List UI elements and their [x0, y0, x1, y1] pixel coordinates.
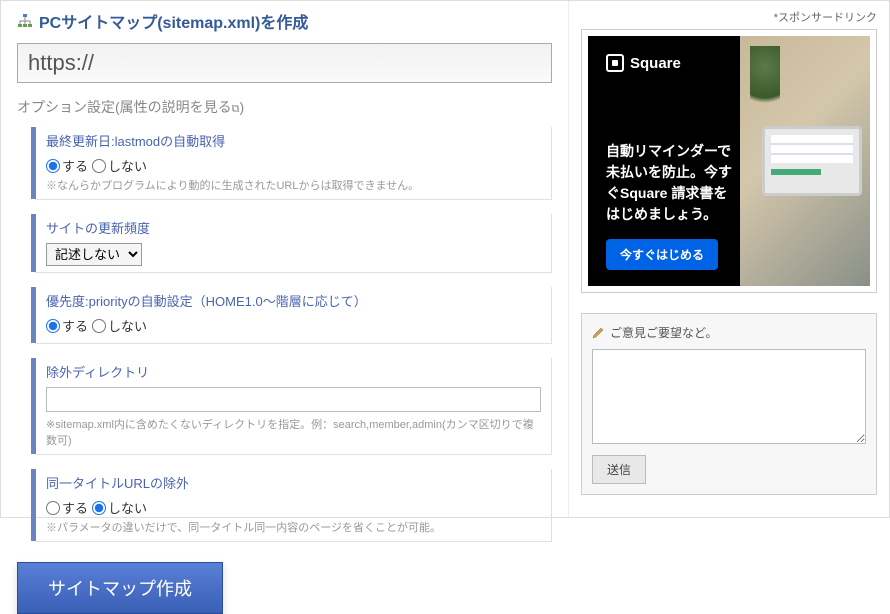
- radio-sametitle-no-input[interactable]: [92, 501, 106, 515]
- fieldset-freq: サイトの更新頻度 記述しない: [35, 214, 552, 273]
- note-lastmod: ※なんらかプログラムにより動的に生成されたURLからは取得できません。: [46, 177, 541, 193]
- feedback-textarea[interactable]: [592, 349, 866, 444]
- fieldset-priority: 優先度:priorityの自動設定（HOME1.0～階層に応じて） する しない: [35, 287, 552, 344]
- radio-priority-yes-input[interactable]: [46, 319, 60, 333]
- feedback-box: ご意見ご要望など。 送信: [581, 313, 877, 495]
- sponsor-label: *スポンサードリンク: [581, 9, 877, 25]
- ad-cta-button[interactable]: 今すぐはじめる: [606, 239, 718, 270]
- ad-banner[interactable]: ⓘ✕ Square 自動リマインダーで未払いを防止。今すぐSquare 請求書を…: [588, 36, 870, 286]
- fieldset-lastmod: 最終更新日:lastmodの自動取得 する しない ※なんらかプログラムにより動…: [35, 127, 552, 200]
- radio-sametitle-no[interactable]: しない: [92, 498, 147, 517]
- pencil-icon: [592, 327, 604, 339]
- fieldset-sametitle: 同一タイトルURLの除外 する しない ※パラメータの違いだけで、同一タイトル同…: [35, 469, 552, 542]
- page-title: PCサイトマップ(sitemap.xml)を作成: [17, 9, 552, 33]
- url-input[interactable]: [17, 43, 552, 83]
- legend-freq: サイトの更新頻度: [46, 218, 541, 237]
- select-freq[interactable]: 記述しない: [46, 243, 142, 266]
- note-exclude: ※sitemap.xml内に含めたくないディレクトリを指定。例：search,m…: [46, 416, 541, 448]
- external-link-icon[interactable]: ⧉: [232, 103, 240, 116]
- legend-sametitle: 同一タイトルURLの除外: [46, 473, 541, 492]
- legend-lastmod: 最終更新日:lastmodの自動取得: [46, 131, 541, 150]
- ad-logo: Square: [606, 54, 681, 72]
- note-sametitle: ※パラメータの違いだけで、同一タイトル同一内容のページを省くことが可能。: [46, 519, 541, 535]
- ad-container: ⓘ✕ Square 自動リマインダーで未払いを防止。今すぐSquare 請求書を…: [581, 29, 877, 293]
- submit-button[interactable]: サイトマップ作成: [17, 562, 223, 614]
- radio-priority-yes[interactable]: する: [46, 316, 88, 335]
- ad-image: [740, 36, 870, 286]
- radio-priority-no[interactable]: しない: [92, 316, 147, 335]
- ad-text: 自動リマインダーで未払いを防止。今すぐSquare 請求書をはじめましょう。: [606, 141, 736, 225]
- send-button[interactable]: 送信: [592, 455, 646, 484]
- options-label: オプション設定(属性の説明を見る⧉): [17, 97, 552, 117]
- square-logo-icon: [606, 54, 624, 72]
- sitemap-icon: [17, 13, 33, 29]
- fieldset-exclude: 除外ディレクトリ ※sitemap.xml内に含めたくないディレクトリを指定。例…: [35, 358, 552, 455]
- radio-sametitle-yes-input[interactable]: [46, 501, 60, 515]
- radio-sametitle-yes[interactable]: する: [46, 498, 88, 517]
- input-exclude[interactable]: [46, 387, 541, 412]
- feedback-title: ご意見ご要望など。: [592, 324, 866, 341]
- radio-priority-no-input[interactable]: [92, 319, 106, 333]
- radio-lastmod-yes-input[interactable]: [46, 159, 60, 173]
- radio-lastmod-yes[interactable]: する: [46, 156, 88, 175]
- radio-lastmod-no-input[interactable]: [92, 159, 106, 173]
- legend-priority: 優先度:priorityの自動設定（HOME1.0～階層に応じて）: [46, 291, 541, 310]
- page-title-text: PCサイトマップ(sitemap.xml)を作成: [39, 9, 308, 33]
- radio-lastmod-no[interactable]: しない: [92, 156, 147, 175]
- legend-exclude: 除外ディレクトリ: [46, 362, 541, 381]
